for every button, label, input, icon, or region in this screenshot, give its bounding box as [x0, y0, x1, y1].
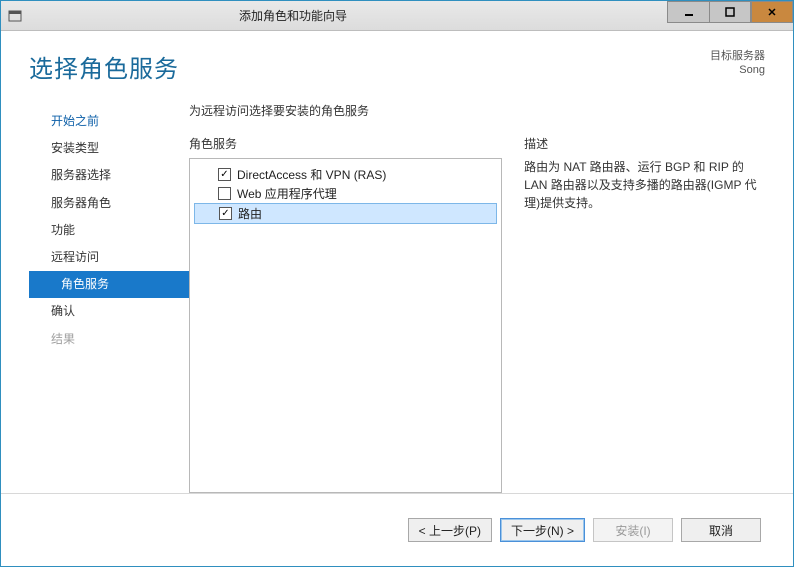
- two-column-layout: 角色服务 ✓ DirectAccess 和 VPN (RAS) Web 应用程序代理…: [189, 135, 765, 493]
- roles-column: 角色服务 ✓ DirectAccess 和 VPN (RAS) Web 应用程序代理…: [189, 135, 502, 493]
- role-row-0[interactable]: ✓ DirectAccess 和 VPN (RAS): [194, 165, 497, 184]
- close-button[interactable]: ✕: [751, 1, 793, 23]
- description-column: 描述 路由为 NAT 路由器、运行 BGP 和 RIP 的 LAN 路由器以及支…: [524, 135, 765, 493]
- role-checkbox-1[interactable]: [218, 187, 231, 200]
- roles-listbox[interactable]: ✓ DirectAccess 和 VPN (RAS) Web 应用程序代理 ✓ 路由: [189, 158, 502, 493]
- body: 开始之前安装类型服务器选择服务器角色功能远程访问角色服务确认结果 为远程访问选择…: [29, 102, 765, 493]
- maximize-button[interactable]: [709, 1, 751, 23]
- sidebar-item-6[interactable]: 角色服务: [29, 271, 189, 298]
- sidebar-item-3[interactable]: 服务器角色: [29, 190, 189, 217]
- page-title: 选择角色服务: [29, 49, 179, 84]
- sidebar-item-2[interactable]: 服务器选择: [29, 162, 189, 189]
- app-icon: [1, 1, 29, 31]
- footer: < 上一步(P) 下一步(N) > 安装(I) 取消: [29, 506, 765, 554]
- next-button[interactable]: 下一步(N) >: [500, 518, 585, 542]
- sidebar-item-0[interactable]: 开始之前: [29, 108, 189, 135]
- sidebar-item-7[interactable]: 确认: [29, 298, 189, 325]
- role-label-0: DirectAccess 和 VPN (RAS): [237, 166, 386, 183]
- sidebar-item-8: 结果: [29, 326, 189, 353]
- role-checkbox-0[interactable]: ✓: [218, 168, 231, 181]
- target-server-label: 目标服务器: [710, 49, 765, 63]
- previous-button[interactable]: < 上一步(P): [408, 518, 492, 542]
- description-text: 路由为 NAT 路由器、运行 BGP 和 RIP 的 LAN 路由器以及支持多播…: [524, 158, 765, 212]
- description-label: 描述: [524, 135, 765, 152]
- window-controls: ✕: [667, 1, 793, 30]
- target-server-value: Song: [710, 63, 765, 77]
- instruction-text: 为远程访问选择要安装的角色服务: [189, 102, 765, 119]
- sidebar-item-5[interactable]: 远程访问: [29, 244, 189, 271]
- header-row: 选择角色服务 目标服务器 Song: [29, 49, 765, 84]
- role-checkbox-2[interactable]: ✓: [219, 207, 232, 220]
- role-label-2: 路由: [238, 205, 262, 222]
- role-label-1: Web 应用程序代理: [237, 185, 337, 202]
- minimize-button[interactable]: [667, 1, 709, 23]
- wizard-steps-sidebar: 开始之前安装类型服务器选择服务器角色功能远程访问角色服务确认结果: [29, 102, 189, 493]
- roles-label: 角色服务: [189, 135, 502, 152]
- sidebar-item-4[interactable]: 功能: [29, 217, 189, 244]
- role-row-2[interactable]: ✓ 路由: [194, 203, 497, 224]
- window-title: 添加角色和功能向导: [29, 7, 667, 24]
- wizard-window: 添加角色和功能向导 ✕ 选择角色服务 目标服务器 Song 开始之前安装类型服务…: [0, 0, 794, 567]
- footer-divider: [1, 493, 793, 494]
- cancel-button[interactable]: 取消: [681, 518, 761, 542]
- role-row-1[interactable]: Web 应用程序代理: [194, 184, 497, 203]
- install-button: 安装(I): [593, 518, 673, 542]
- sidebar-item-1[interactable]: 安装类型: [29, 135, 189, 162]
- titlebar[interactable]: 添加角色和功能向导 ✕: [1, 1, 793, 31]
- target-server-box: 目标服务器 Song: [710, 49, 765, 78]
- content-area: 选择角色服务 目标服务器 Song 开始之前安装类型服务器选择服务器角色功能远程…: [1, 31, 793, 566]
- main-panel: 为远程访问选择要安装的角色服务 角色服务 ✓ DirectAccess 和 VPN…: [189, 102, 765, 493]
